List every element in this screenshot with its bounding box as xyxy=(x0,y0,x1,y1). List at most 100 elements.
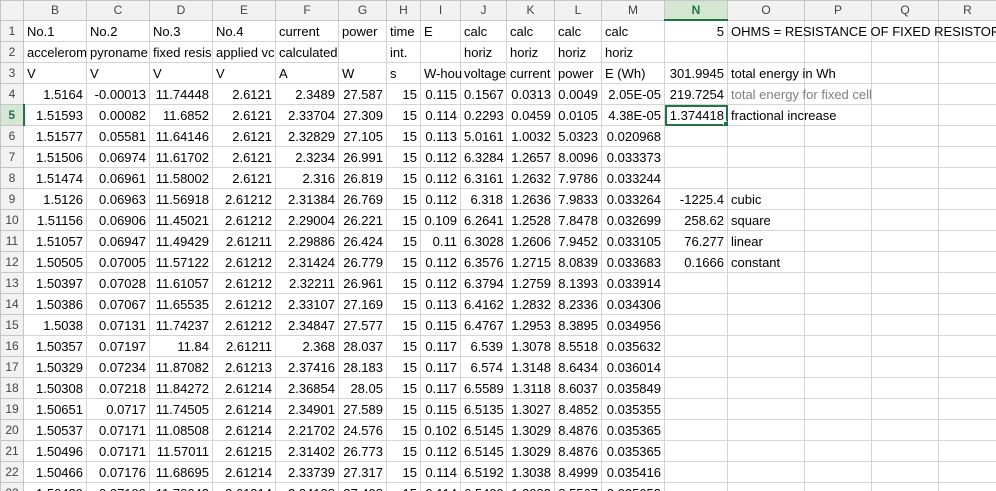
cell-r13[interactable] xyxy=(938,272,996,294)
cell-j8[interactable]: 6.3161 xyxy=(460,167,507,189)
cell-c10[interactable]: 0.06906 xyxy=(86,209,150,231)
column-header-f[interactable]: F xyxy=(275,0,339,21)
cell-r8[interactable] xyxy=(938,167,996,189)
cell-i22[interactable]: 0.114 xyxy=(420,461,461,483)
row-header-14[interactable]: 14 xyxy=(0,293,24,315)
cell-d1[interactable]: No.3 xyxy=(149,19,213,42)
cell-o1[interactable]: OHMS = RESISTANCE OF FIXED RESISTOR xyxy=(727,19,996,42)
cell-j5[interactable]: 0.2293 xyxy=(460,104,507,126)
cell-q4[interactable] xyxy=(871,83,939,105)
cell-g23[interactable]: 27.408 xyxy=(338,482,387,491)
cell-j1[interactable]: calc xyxy=(460,19,507,42)
row-header-10[interactable]: 10 xyxy=(0,209,24,231)
cell-m14[interactable]: 0.034306 xyxy=(601,293,665,315)
cell-e22[interactable]: 2.61214 xyxy=(212,461,276,483)
cell-c21[interactable]: 0.07171 xyxy=(86,440,150,462)
cell-k18[interactable]: 1.3118 xyxy=(506,377,555,399)
cell-r16[interactable] xyxy=(938,335,996,357)
cell-p9[interactable] xyxy=(804,188,872,210)
cell-b2[interactable]: accelerom xyxy=(23,41,87,63)
cell-k22[interactable]: 1.3038 xyxy=(506,461,555,483)
cell-r18[interactable] xyxy=(938,377,996,399)
cell-r11[interactable] xyxy=(938,230,996,252)
cell-e20[interactable]: 2.61214 xyxy=(212,419,276,441)
cell-r12[interactable] xyxy=(938,251,996,273)
cell-c4[interactable]: -0.00013 xyxy=(86,83,150,105)
cell-j19[interactable]: 6.5135 xyxy=(460,398,507,420)
cell-m20[interactable]: 0.035365 xyxy=(601,419,665,441)
cell-k5[interactable]: 0.0459 xyxy=(506,104,555,126)
cell-o20[interactable] xyxy=(727,419,805,441)
column-header-h[interactable]: H xyxy=(386,0,421,21)
cell-f10[interactable]: 2.29004 xyxy=(275,209,339,231)
row-header-5[interactable]: 5 xyxy=(0,104,25,126)
row-header-7[interactable]: 7 xyxy=(0,146,24,168)
row-header-22[interactable]: 22 xyxy=(0,461,24,483)
cell-n12[interactable]: 0.1666 xyxy=(664,251,728,273)
cell-o3[interactable]: total energy in Wh xyxy=(727,62,836,84)
row-header-18[interactable]: 18 xyxy=(0,377,24,399)
cell-j12[interactable]: 6.3576 xyxy=(460,251,507,273)
cell-f1[interactable]: current xyxy=(275,19,339,42)
cell-i19[interactable]: 0.115 xyxy=(420,398,461,420)
cell-g8[interactable]: 26.819 xyxy=(338,167,387,189)
cell-e6[interactable]: 2.6121 xyxy=(212,125,276,147)
cell-o18[interactable] xyxy=(727,377,805,399)
cell-h13[interactable]: 15 xyxy=(386,272,421,294)
row-header-11[interactable]: 11 xyxy=(0,230,24,252)
cell-b19[interactable]: 1.50651 xyxy=(23,398,87,420)
cell-m17[interactable]: 0.036014 xyxy=(601,356,665,378)
cell-i9[interactable]: 0.112 xyxy=(420,188,461,210)
cell-m21[interactable]: 0.035365 xyxy=(601,440,665,462)
cell-g15[interactable]: 27.577 xyxy=(338,314,387,336)
row-header-3[interactable]: 3 xyxy=(0,62,24,84)
cell-k2[interactable]: horiz xyxy=(506,41,555,63)
cell-c3[interactable]: V xyxy=(86,62,150,84)
cell-e16[interactable]: 2.61211 xyxy=(212,335,276,357)
cell-c9[interactable]: 0.06963 xyxy=(86,188,150,210)
cell-j11[interactable]: 6.3028 xyxy=(460,230,507,252)
cell-k17[interactable]: 1.3148 xyxy=(506,356,555,378)
cell-e3[interactable]: V xyxy=(212,62,276,84)
cell-r6[interactable] xyxy=(938,125,996,147)
cell-r4[interactable] xyxy=(938,83,996,105)
cell-h16[interactable]: 15 xyxy=(386,335,421,357)
cell-p6[interactable] xyxy=(804,125,872,147)
column-header-e[interactable]: E xyxy=(212,0,276,21)
column-header-p[interactable]: P xyxy=(804,0,872,21)
cell-l16[interactable]: 8.5518 xyxy=(554,335,602,357)
cell-p11[interactable] xyxy=(804,230,872,252)
cell-f5[interactable]: 2.33704 xyxy=(275,104,339,126)
row-header-8[interactable]: 8 xyxy=(0,167,24,189)
cell-g17[interactable]: 28.183 xyxy=(338,356,387,378)
cell-j21[interactable]: 6.5145 xyxy=(460,440,507,462)
cell-b4[interactable]: 1.5164 xyxy=(23,83,87,105)
cell-k10[interactable]: 1.2528 xyxy=(506,209,555,231)
cell-l11[interactable]: 7.9452 xyxy=(554,230,602,252)
cell-b22[interactable]: 1.50466 xyxy=(23,461,87,483)
cell-q21[interactable] xyxy=(871,440,939,462)
cell-b10[interactable]: 1.51156 xyxy=(23,209,87,231)
cell-r14[interactable] xyxy=(938,293,996,315)
cell-q2[interactable] xyxy=(871,41,939,63)
cell-f15[interactable]: 2.34847 xyxy=(275,314,339,336)
cell-f20[interactable]: 2.21702 xyxy=(275,419,339,441)
cell-e4[interactable]: 2.6121 xyxy=(212,83,276,105)
cell-m13[interactable]: 0.033914 xyxy=(601,272,665,294)
cell-h1[interactable]: time xyxy=(386,19,421,42)
cell-p2[interactable] xyxy=(804,41,872,63)
cell-o23[interactable] xyxy=(727,482,805,491)
cell-m9[interactable]: 0.033264 xyxy=(601,188,665,210)
cell-f4[interactable]: 2.3489 xyxy=(275,83,339,105)
cell-c18[interactable]: 0.07218 xyxy=(86,377,150,399)
cell-n19[interactable] xyxy=(664,398,728,420)
cell-b16[interactable]: 1.50357 xyxy=(23,335,87,357)
cell-f6[interactable]: 2.32829 xyxy=(275,125,339,147)
cell-m15[interactable]: 0.034956 xyxy=(601,314,665,336)
cell-p20[interactable] xyxy=(804,419,872,441)
cell-e11[interactable]: 2.61211 xyxy=(212,230,276,252)
cell-l1[interactable]: calc xyxy=(554,19,602,42)
cell-h22[interactable]: 15 xyxy=(386,461,421,483)
cell-h12[interactable]: 15 xyxy=(386,251,421,273)
cell-g21[interactable]: 26.773 xyxy=(338,440,387,462)
